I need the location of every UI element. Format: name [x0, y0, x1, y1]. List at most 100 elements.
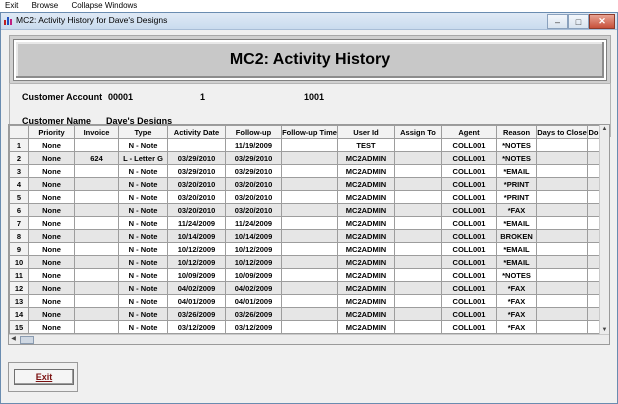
table-cell[interactable]: COLL001: [441, 138, 497, 152]
row-number[interactable]: 5: [9, 190, 29, 204]
table-cell[interactable]: 04/01/2009: [167, 294, 226, 308]
table-cell[interactable]: MC2ADMIN: [337, 320, 395, 334]
row-number[interactable]: 10: [9, 255, 29, 269]
table-cell[interactable]: [587, 138, 600, 152]
table-cell[interactable]: MC2ADMIN: [337, 268, 395, 282]
table-row[interactable]: 6 None N - Note 03/20/2010 03/20/2010 MC2ADMI…: [9, 203, 600, 217]
row-number[interactable]: 11: [9, 268, 29, 282]
table-cell[interactable]: [587, 177, 600, 191]
table-cell[interactable]: [394, 294, 442, 308]
table-cell[interactable]: [281, 294, 338, 308]
table-cell[interactable]: [167, 138, 226, 152]
table-cell[interactable]: 03/29/2010: [225, 164, 282, 178]
table-cell[interactable]: [74, 138, 119, 152]
table-cell[interactable]: [587, 255, 600, 269]
table-cell[interactable]: *FAX: [496, 294, 537, 308]
table-cell[interactable]: None: [28, 164, 75, 178]
table-cell[interactable]: 03/20/2010: [167, 177, 226, 191]
table-row[interactable]: 9 None N - Note 10/12/2009 10/12/2009 MC2ADMI…: [9, 242, 600, 256]
table-cell[interactable]: [587, 190, 600, 204]
column-header[interactable]: Follow-up: [225, 125, 282, 139]
table-cell[interactable]: [394, 320, 442, 334]
row-number[interactable]: 9: [9, 242, 29, 256]
table-cell[interactable]: [587, 281, 600, 295]
column-header[interactable]: Activity Date: [167, 125, 226, 139]
table-cell[interactable]: [536, 138, 588, 152]
table-cell[interactable]: [74, 320, 119, 334]
table-row[interactable]: 13 None N - Note 04/01/2009 04/01/2009 MC2ADM…: [9, 294, 600, 308]
menu-item-collapse-windows[interactable]: Collapse Windows: [72, 0, 138, 12]
table-row[interactable]: 4 None N - Note 03/20/2010 03/20/2010 MC2ADMI…: [9, 177, 600, 191]
table-cell[interactable]: N - Note: [118, 268, 168, 282]
table-cell[interactable]: N - Note: [118, 255, 168, 269]
column-header[interactable]: Agent: [441, 125, 497, 139]
table-cell[interactable]: COLL001: [441, 268, 497, 282]
table-cell[interactable]: 11/24/2009: [167, 216, 226, 230]
menu-item-browse[interactable]: Browse: [32, 0, 59, 12]
table-cell[interactable]: COLL001: [441, 242, 497, 256]
table-cell[interactable]: [536, 229, 588, 243]
table-cell[interactable]: [587, 229, 600, 243]
table-cell[interactable]: None: [28, 190, 75, 204]
row-number[interactable]: 12: [9, 281, 29, 295]
row-number[interactable]: 1: [9, 138, 29, 152]
table-cell[interactable]: [536, 255, 588, 269]
column-header[interactable]: User Id: [337, 125, 395, 139]
table-cell[interactable]: [281, 203, 338, 217]
close-icon[interactable]: ✕: [589, 14, 615, 29]
table-cell[interactable]: *FAX: [496, 320, 537, 334]
table-cell[interactable]: [394, 190, 442, 204]
table-cell[interactable]: [281, 164, 338, 178]
table-cell[interactable]: [281, 281, 338, 295]
table-cell[interactable]: None: [28, 320, 75, 334]
table-row[interactable]: 7 None N - Note 11/24/2009 11/24/2009 MC2ADMI…: [9, 216, 600, 230]
table-cell[interactable]: 11/19/2009: [225, 138, 282, 152]
table-row[interactable]: 15 None N - Note 03/12/2009 03/12/2009 MC2ADM…: [9, 320, 600, 334]
table-cell[interactable]: 10/14/2009: [225, 229, 282, 243]
table-cell[interactable]: [536, 307, 588, 321]
table-cell[interactable]: N - Note: [118, 242, 168, 256]
table-cell[interactable]: N - Note: [118, 320, 168, 334]
table-cell[interactable]: 03/20/2010: [225, 203, 282, 217]
table-cell[interactable]: [394, 268, 442, 282]
table-cell[interactable]: COLL001: [441, 320, 497, 334]
table-cell[interactable]: 03/20/2010: [225, 190, 282, 204]
table-cell[interactable]: None: [28, 138, 75, 152]
table-cell[interactable]: [394, 151, 442, 165]
row-number[interactable]: 2: [9, 151, 29, 165]
table-cell[interactable]: [536, 216, 588, 230]
table-cell[interactable]: None: [28, 255, 75, 269]
maximize-icon[interactable]: □: [568, 14, 589, 29]
table-cell[interactable]: 10/12/2009: [167, 242, 226, 256]
table-cell[interactable]: N - Note: [118, 203, 168, 217]
table-cell[interactable]: 04/02/2009: [167, 281, 226, 295]
table-cell[interactable]: COLL001: [441, 229, 497, 243]
table-row[interactable]: 1 None N - Note 11/19/2009 TEST COLL001 *NOTES: [9, 138, 600, 152]
table-cell[interactable]: N - Note: [118, 164, 168, 178]
table-cell[interactable]: MC2ADMIN: [337, 151, 395, 165]
table-cell[interactable]: [587, 294, 600, 308]
table-cell[interactable]: *EMAIL: [496, 242, 537, 256]
table-cell[interactable]: *EMAIL: [496, 255, 537, 269]
table-cell[interactable]: 03/12/2009: [225, 320, 282, 334]
table-cell[interactable]: MC2ADMIN: [337, 294, 395, 308]
table-cell[interactable]: BROKEN: [496, 229, 537, 243]
table-cell[interactable]: COLL001: [441, 190, 497, 204]
table-cell[interactable]: [536, 177, 588, 191]
table-cell[interactable]: N - Note: [118, 307, 168, 321]
table-cell[interactable]: [281, 216, 338, 230]
row-number[interactable]: 13: [9, 294, 29, 308]
table-cell[interactable]: 03/29/2010: [167, 151, 226, 165]
table-cell[interactable]: None: [28, 294, 75, 308]
table-cell[interactable]: [74, 294, 119, 308]
table-cell[interactable]: [74, 203, 119, 217]
table-cell[interactable]: N - Note: [118, 281, 168, 295]
table-cell[interactable]: MC2ADMIN: [337, 281, 395, 295]
table-cell[interactable]: MC2ADMIN: [337, 242, 395, 256]
table-cell[interactable]: [587, 203, 600, 217]
table-cell[interactable]: MC2ADMIN: [337, 203, 395, 217]
table-cell[interactable]: 10/14/2009: [167, 229, 226, 243]
row-number[interactable]: 15: [9, 320, 29, 334]
table-cell[interactable]: COLL001: [441, 294, 497, 308]
table-cell[interactable]: *EMAIL: [496, 164, 537, 178]
